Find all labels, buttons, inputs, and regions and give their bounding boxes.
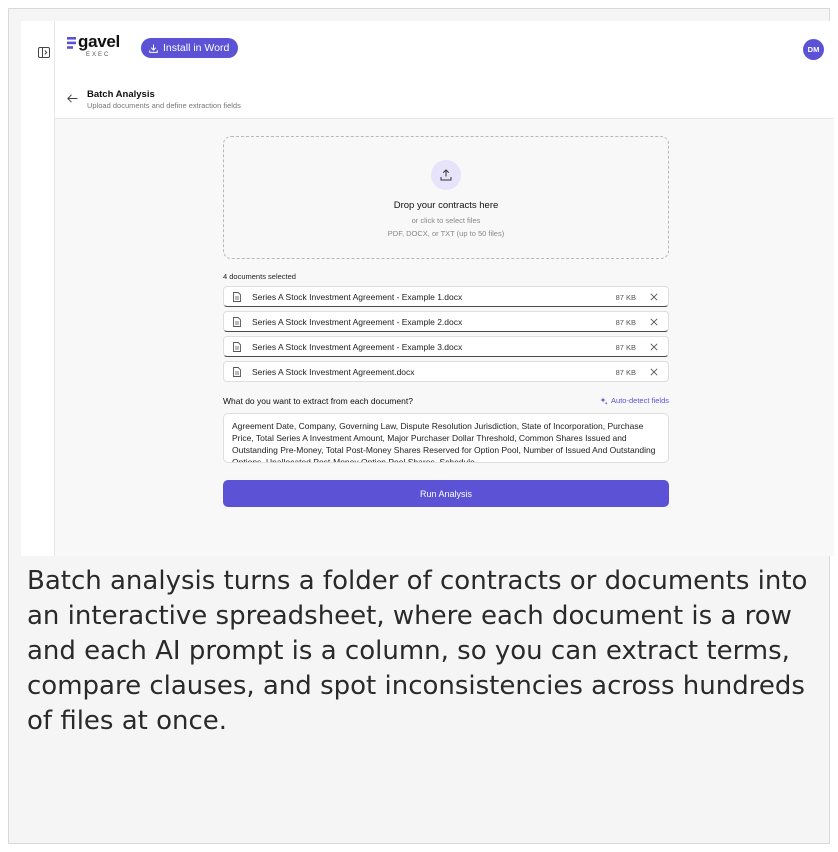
app-window: gavel EXEC Install in Word DM Batch Anal… xyxy=(21,21,834,556)
file-size: 87 KB xyxy=(615,343,636,352)
sidebar-toggle-icon[interactable] xyxy=(38,47,50,58)
main-content: Drop your contracts here or click to sel… xyxy=(55,119,834,556)
close-icon[interactable] xyxy=(650,293,658,301)
auto-detect-label: Auto-detect fields xyxy=(611,396,669,405)
extraction-prompt-label: What do you want to extract from each do… xyxy=(223,396,413,406)
document-icon xyxy=(233,342,241,352)
file-size: 87 KB xyxy=(615,318,636,327)
selected-count: 4 documents selected xyxy=(223,272,296,281)
logo-subtitle: EXEC xyxy=(86,52,111,58)
file-list-item: Series A Stock Investment Agreement - Ex… xyxy=(223,311,669,332)
logo-mark-icon xyxy=(67,37,76,49)
install-button-label: Install in Word xyxy=(163,42,230,54)
file-size: 87 KB xyxy=(615,293,636,302)
page-header: Batch Analysis Upload documents and defi… xyxy=(55,77,834,119)
extraction-fields-textarea[interactable]: Agreement Date, Company, Governing Law, … xyxy=(223,413,669,463)
gavel-logo[interactable]: gavel EXEC xyxy=(67,32,120,61)
extraction-fields-text: Agreement Date, Company, Governing Law, … xyxy=(232,421,656,463)
file-name: Series A Stock Investment Agreement - Ex… xyxy=(252,292,463,302)
file-name: Series A Stock Investment Agreement - Ex… xyxy=(252,317,463,327)
dropzone-file-types: PDF, DOCX, or TXT (up to 50 files) xyxy=(387,229,505,238)
install-in-word-button[interactable]: Install in Word xyxy=(141,38,239,58)
file-dropzone[interactable]: Drop your contracts here or click to sel… xyxy=(223,136,669,259)
close-icon[interactable] xyxy=(650,343,658,351)
file-name: Series A Stock Investment Agreement - Ex… xyxy=(252,342,463,352)
file-list-item: Series A Stock Investment Agreement - Ex… xyxy=(223,336,669,357)
document-icon xyxy=(233,317,241,327)
document-icon xyxy=(233,292,241,302)
page-title: Batch Analysis xyxy=(87,89,155,100)
run-analysis-button[interactable]: Run Analysis xyxy=(223,480,669,507)
close-icon[interactable] xyxy=(650,318,658,326)
dropzone-title: Drop your contracts here xyxy=(393,200,499,211)
file-size: 87 KB xyxy=(615,368,636,377)
upload-icon xyxy=(440,169,452,181)
sparkle-icon xyxy=(600,397,608,405)
user-avatar[interactable]: DM xyxy=(803,39,824,60)
file-name: Series A Stock Investment Agreement.docx xyxy=(252,367,415,377)
auto-detect-fields-button[interactable]: Auto-detect fields xyxy=(600,396,669,405)
file-list-item: Series A Stock Investment Agreement.docx… xyxy=(223,361,669,382)
download-icon xyxy=(149,43,158,53)
upload-icon-badge xyxy=(431,160,461,190)
arrow-left-icon[interactable] xyxy=(67,94,78,103)
caption-text: Batch analysis turns a folder of contrac… xyxy=(27,566,808,736)
dropzone-subtitle: or click to select files xyxy=(411,216,481,225)
screenshot-frame: gavel EXEC Install in Word DM Batch Anal… xyxy=(8,8,834,844)
app-header: gavel EXEC Install in Word DM xyxy=(55,21,834,77)
page-subtitle: Upload documents and define extraction f… xyxy=(87,101,241,110)
file-list-item: Series A Stock Investment Agreement - Ex… xyxy=(223,286,669,307)
close-icon[interactable] xyxy=(650,368,658,376)
left-rail xyxy=(21,21,55,556)
logo-wordmark: gavel xyxy=(78,32,120,51)
document-icon xyxy=(233,367,241,377)
file-list: Series A Stock Investment Agreement - Ex… xyxy=(223,286,669,386)
